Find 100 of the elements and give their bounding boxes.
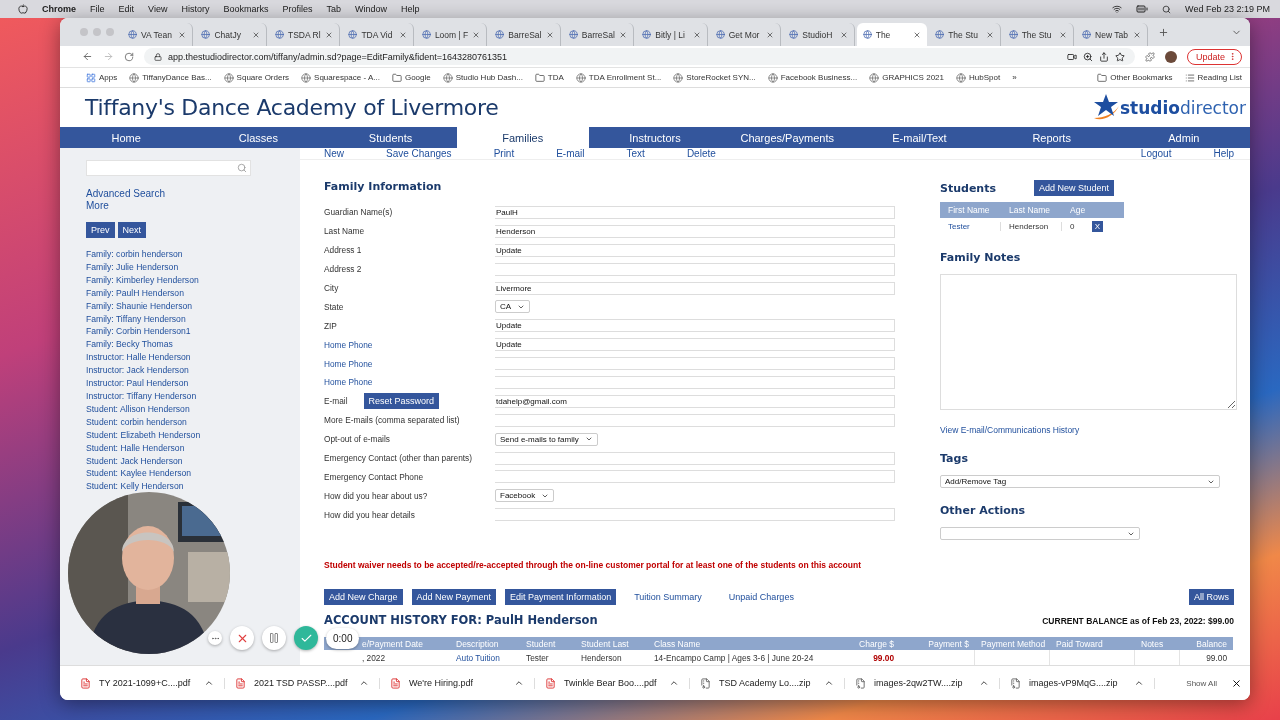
pager-button[interactable]: Next (117, 222, 147, 238)
nav-tab[interactable]: Instructors (588, 127, 722, 148)
chevron-up-icon[interactable] (204, 678, 214, 688)
nav-tab[interactable]: E-mail/Text (853, 127, 986, 148)
remove-button[interactable]: X (1092, 221, 1103, 232)
close-icon[interactable] (1231, 677, 1242, 689)
bookmark[interactable]: Apps (86, 72, 118, 83)
update-button[interactable]: Update (1186, 48, 1242, 65)
download-item[interactable]: TSD Academy Lo....zip (690, 677, 845, 689)
text-field[interactable] (495, 470, 895, 484)
nav-tab[interactable]: Charges/Payments (721, 127, 854, 148)
text-field[interactable] (495, 357, 895, 371)
bookmark[interactable]: Square Orders (223, 72, 290, 83)
action-link[interactable]: Tuition Summary (634, 592, 702, 602)
dropdown[interactable]: CA (495, 300, 531, 314)
menu-item[interactable]: Tab (326, 4, 341, 14)
search-result[interactable]: Family: corbin henderson (86, 248, 300, 261)
finish-button[interactable] (294, 626, 318, 650)
field-link[interactable]: Home Phone (324, 339, 373, 350)
bookmark[interactable]: Other Bookmarks (1097, 72, 1173, 83)
nav-tab[interactable]: Admin (1117, 127, 1250, 148)
toolbar-link[interactable]: New (324, 148, 344, 159)
search-result[interactable]: Family: Julie Henderson (86, 260, 300, 274)
chevron-up-icon[interactable] (824, 678, 834, 688)
action-button[interactable]: Add New Payment (411, 589, 497, 605)
bookmark[interactable]: Squarespace - A... (301, 72, 380, 83)
search-field[interactable] (86, 160, 251, 176)
search-result[interactable]: Family: Becky Thomas (86, 338, 300, 352)
search-result[interactable]: Family: Shaunie Henderson (86, 299, 300, 313)
bookmark[interactable]: TiffanyDance Bas... (129, 72, 212, 83)
search-result[interactable]: Instructor: Paul Henderson (86, 377, 300, 390)
dropdown[interactable]: Add/Remove Tag (940, 475, 1220, 488)
menu-item[interactable]: Profiles (282, 4, 313, 14)
bookmark[interactable]: HubSpot (956, 72, 1001, 83)
menu-item[interactable]: History (181, 4, 210, 14)
menu-item[interactable]: Bookmarks (223, 4, 269, 14)
bookmark[interactable]: GRAPHICS 2021 (869, 72, 944, 83)
text-field[interactable] (495, 508, 895, 522)
text-field[interactable]: Livermore (495, 281, 895, 295)
bookmark[interactable]: TDA Enrollment St... (575, 72, 662, 83)
action-button[interactable]: Edit Payment Information (505, 589, 617, 605)
download-item[interactable]: images-vP9MqG....zip (1000, 677, 1155, 689)
search-result[interactable]: Instructor: Tiffany Henderson (86, 389, 300, 403)
reset-password-button[interactable]: Reset Password (363, 393, 440, 410)
table-link[interactable]: Auto Tuition (450, 652, 520, 663)
star-icon[interactable] (1114, 51, 1125, 62)
search-result[interactable]: Student: Allison Henderson (86, 402, 300, 416)
bookmark[interactable]: » (1012, 73, 1017, 82)
text-field[interactable] (495, 262, 895, 276)
search-result[interactable]: Student: Kelly Henderson (86, 480, 300, 494)
nav-tab[interactable]: Classes (192, 127, 325, 148)
pager-button[interactable]: Prev (86, 222, 115, 238)
nav-tab[interactable]: Home (60, 127, 193, 148)
toolbar-link[interactable]: E-mail (556, 148, 585, 159)
sidebar-link[interactable]: Advanced Search (86, 188, 300, 200)
student-link[interactable]: Tester (940, 222, 1001, 231)
toolbar-link[interactable]: Delete (686, 148, 716, 159)
action-link[interactable]: Unpaid Charges (728, 592, 794, 602)
text-field[interactable]: Update (495, 243, 895, 257)
menu-item[interactable]: View (148, 4, 168, 14)
bookmark[interactable]: Facebook Business... (767, 72, 858, 83)
address-bar[interactable]: app.thestudiodirector.com/tiffany/admin.sd?page=EditFamily&fident=1643280761351 (144, 48, 1135, 65)
download-item[interactable]: 2021 TSD PASSP....pdf (225, 677, 380, 689)
bookmark[interactable]: Reading List (1184, 72, 1242, 83)
field-link[interactable]: Home Phone (324, 358, 373, 369)
text-field[interactable]: Henderson (495, 224, 895, 238)
toolbar-link[interactable]: Print (493, 148, 515, 159)
search-result[interactable]: Student: Jack Henderson (86, 454, 300, 468)
chevron-up-icon[interactable] (669, 678, 679, 688)
menu-item[interactable]: Edit (118, 4, 135, 14)
nav-tab[interactable]: Families (456, 127, 589, 148)
chevron-up-icon[interactable] (979, 678, 989, 688)
toolbar-link[interactable]: Text (626, 148, 645, 159)
search-result[interactable]: Student: Elizabeth Henderson (86, 428, 300, 442)
download-item[interactable]: Twinkle Bear Boo....pdf (535, 677, 690, 689)
toolbar-link[interactable]: Help (1213, 148, 1234, 159)
download-item[interactable]: We're Hiring.pdf (380, 677, 535, 689)
extensions-icon[interactable] (1144, 51, 1155, 62)
text-field[interactable]: Update (495, 319, 895, 333)
back-icon[interactable] (82, 51, 93, 62)
history-link[interactable]: View E-mail/Communications History (940, 424, 1237, 436)
all-rows-button[interactable]: All Rows (1189, 589, 1234, 605)
toolbar-link[interactable]: Logout (1140, 148, 1172, 159)
search-result[interactable]: Student: Kaylee Henderson (86, 467, 300, 481)
toolbar-link[interactable]: Save Changes (386, 148, 452, 159)
search-result[interactable]: Family: Tiffany Henderson (86, 312, 300, 326)
search-result[interactable]: Student: Halle Henderson (86, 441, 300, 455)
menu-item[interactable]: Chrome (42, 4, 76, 14)
action-button[interactable]: Add New Charge (324, 589, 403, 605)
text-field[interactable]: tdahelp@gmail.com (495, 394, 895, 408)
bookmark[interactable]: Google (391, 72, 431, 83)
text-field[interactable]: PaulH (495, 205, 895, 219)
new-tab-button[interactable] (1157, 26, 1169, 38)
search-result[interactable]: Instructor: Halle Henderson (86, 351, 300, 365)
download-item[interactable]: TY 2021-1099+C....pdf (70, 677, 225, 689)
text-field[interactable] (495, 451, 895, 465)
dropdown[interactable]: Facebook (495, 489, 555, 503)
search-result[interactable]: Instructor: Jack Henderson (86, 364, 300, 378)
search-result[interactable]: Family: Kimberley Henderson (86, 273, 300, 287)
show-all-link[interactable]: Show All (1186, 678, 1217, 688)
